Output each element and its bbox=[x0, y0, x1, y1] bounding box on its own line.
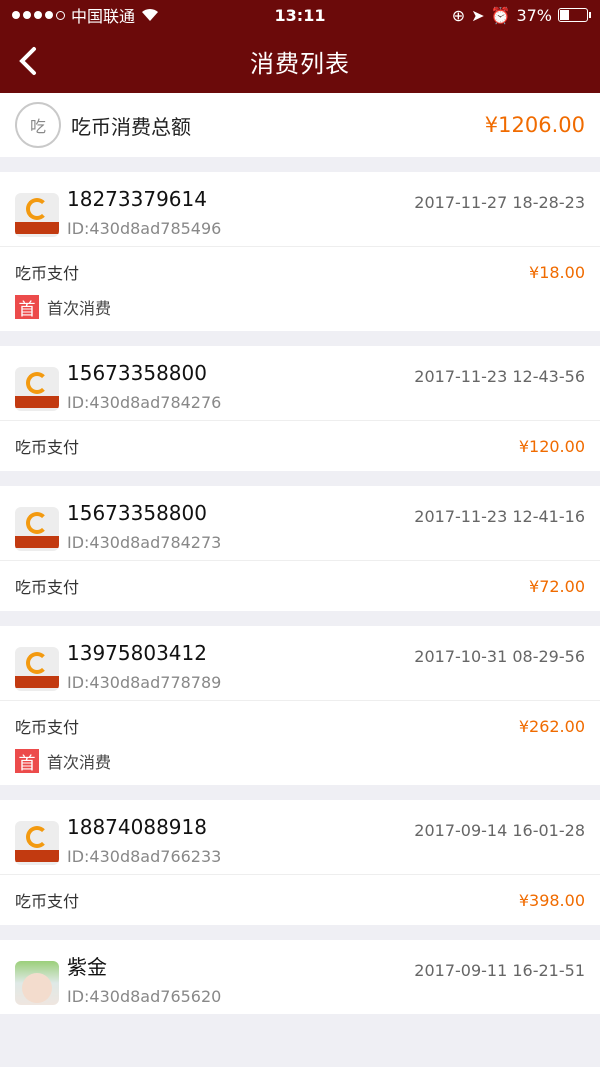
back-chevron-icon[interactable] bbox=[12, 44, 46, 78]
nav-bar: 消费列表 bbox=[0, 30, 600, 93]
record-date: 2017-11-23 12-41-16 bbox=[414, 507, 585, 526]
record-date: 2017-11-23 12-43-56 bbox=[414, 367, 585, 386]
record-card[interactable]: 18874088918 ID:430d8ad766233 2017-09-14 … bbox=[0, 800, 600, 925]
records-list: 18273379614 ID:430d8ad785496 2017-11-27 … bbox=[0, 172, 600, 1014]
alarm-icon: ⏰ bbox=[490, 5, 511, 25]
total-summary: 吃 吃币消费总额 ¥1206.00 bbox=[0, 93, 600, 157]
record-date: 2017-11-27 18-28-23 bbox=[414, 193, 585, 212]
carrier-label: 中国联通 bbox=[71, 7, 136, 26]
top-bar: 中国联通 13:11 ⊕ ➤ ⏰ 37% 消费列表 bbox=[0, 0, 600, 93]
payment-method: 吃币支付 bbox=[15, 718, 80, 737]
record-id: ID:430d8ad785496 bbox=[67, 219, 222, 238]
payment-amount: ¥18.00 bbox=[529, 262, 585, 282]
record-card[interactable]: 18273379614 ID:430d8ad785496 2017-11-27 … bbox=[0, 172, 600, 331]
location-icon: ➤ bbox=[471, 5, 485, 25]
record-id: ID:430d8ad778789 bbox=[67, 673, 222, 692]
first-badge: 首 bbox=[15, 295, 39, 320]
chibi-logo-icon: 吃 bbox=[15, 102, 61, 148]
record-id: ID:430d8ad765620 bbox=[67, 987, 222, 1006]
wifi-icon bbox=[142, 8, 159, 21]
status-bar: 中国联通 13:11 ⊕ ➤ ⏰ 37% bbox=[0, 0, 600, 30]
payment-amount: ¥262.00 bbox=[518, 716, 585, 736]
battery-icon bbox=[558, 8, 591, 22]
signal-icon bbox=[12, 10, 65, 20]
first-badge: 首 bbox=[15, 749, 39, 774]
record-name: 18273379614 bbox=[67, 187, 207, 211]
first-purchase-tag: 首 首次消费 bbox=[0, 749, 600, 785]
first-purchase-label: 首次消费 bbox=[47, 299, 112, 318]
lock-rotation-icon: ⊕ bbox=[451, 5, 466, 25]
payment-row: 吃币支付 ¥72.00 bbox=[0, 560, 600, 611]
user-avatar bbox=[15, 961, 59, 1005]
merchant-logo-icon bbox=[15, 193, 59, 237]
record-date: 2017-09-14 16-01-28 bbox=[414, 821, 585, 840]
payment-method: 吃币支付 bbox=[15, 892, 80, 911]
record-name: 15673358800 bbox=[67, 361, 207, 385]
payment-method: 吃币支付 bbox=[15, 438, 80, 457]
record-id: ID:430d8ad766233 bbox=[67, 847, 222, 866]
merchant-logo-icon bbox=[15, 647, 59, 691]
record-name: 15673358800 bbox=[67, 501, 207, 525]
payment-amount: ¥72.00 bbox=[529, 576, 585, 596]
record-card[interactable]: 紫金 ID:430d8ad765620 2017-09-11 16-21-51 bbox=[0, 940, 600, 1014]
payment-amount: ¥398.00 bbox=[518, 890, 585, 910]
record-card[interactable]: 15673358800 ID:430d8ad784276 2017-11-23 … bbox=[0, 346, 600, 471]
record-id: ID:430d8ad784276 bbox=[67, 393, 222, 412]
merchant-logo-icon bbox=[15, 821, 59, 865]
payment-method: 吃币支付 bbox=[15, 264, 80, 283]
payment-row: 吃币支付 ¥18.00 bbox=[0, 246, 600, 297]
payment-row: 吃币支付 ¥262.00 bbox=[0, 700, 600, 751]
first-purchase-label: 首次消费 bbox=[47, 753, 112, 772]
payment-method: 吃币支付 bbox=[15, 578, 80, 597]
clock: 13:11 bbox=[274, 5, 326, 25]
total-amount: ¥1206.00 bbox=[484, 113, 585, 137]
record-name: 18874088918 bbox=[67, 815, 207, 839]
payment-row: 吃币支付 ¥120.00 bbox=[0, 420, 600, 471]
merchant-logo-icon bbox=[15, 507, 59, 551]
record-date: 2017-09-11 16-21-51 bbox=[414, 961, 585, 980]
record-date: 2017-10-31 08-29-56 bbox=[414, 647, 585, 666]
merchant-logo-icon bbox=[15, 367, 59, 411]
total-label: 吃币消费总额 bbox=[71, 114, 191, 139]
payment-amount: ¥120.00 bbox=[518, 436, 585, 456]
record-card[interactable]: 15673358800 ID:430d8ad784273 2017-11-23 … bbox=[0, 486, 600, 611]
record-name: 13975803412 bbox=[67, 641, 207, 665]
battery-percent: 37% bbox=[516, 5, 552, 25]
payment-row: 吃币支付 ¥398.00 bbox=[0, 874, 600, 925]
record-card[interactable]: 13975803412 ID:430d8ad778789 2017-10-31 … bbox=[0, 626, 600, 785]
page-title: 消费列表 bbox=[250, 50, 350, 78]
record-name: 紫金 bbox=[67, 955, 107, 979]
record-id: ID:430d8ad784273 bbox=[67, 533, 222, 552]
first-purchase-tag: 首 首次消费 bbox=[0, 295, 600, 331]
